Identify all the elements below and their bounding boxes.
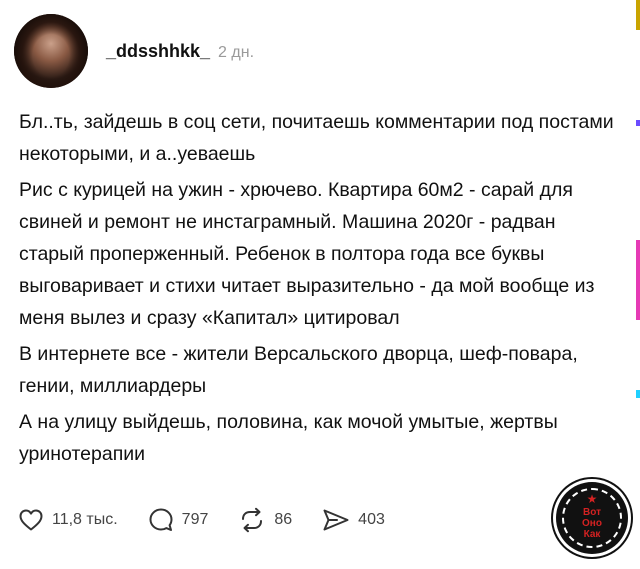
like-button[interactable]: 11,8 тыс. [18,508,118,532]
comment-count: 797 [181,511,209,528]
post-paragraph: Бл..ть, зайдешь в соц сети, почитаешь ко… [19,111,614,165]
post-body: Бл..ть, зайдешь в соц сети, почитаешь ко… [19,106,619,474]
post-actions: 11,8 тыс. 797 86 403 [18,505,415,535]
watermark-text: Оно [582,518,602,529]
like-count: 11,8 тыс. [52,511,118,528]
watermark-text: Вот [583,507,601,518]
avatar-photo [14,14,88,88]
edge-artifact [636,240,640,320]
repost-count: 86 [274,511,293,528]
edge-artifact [636,0,640,30]
share-button[interactable]: 403 [322,508,385,532]
watermark-logo: ★ Вот Оно Как [556,482,628,554]
avatar[interactable] [14,14,88,88]
comment-icon [149,508,173,531]
post-header: _ddsshhkk_ 2 дн. [106,41,254,65]
comment-button[interactable]: 797 [148,507,209,533]
post-paragraph: В интернете все - жители Версальского дв… [19,343,578,397]
heart-icon [19,509,43,531]
post-paragraph: А на улицу выйдешь, половина, как мочой … [19,411,558,465]
post-time: 2 дн. [218,44,255,61]
edge-artifact [636,120,640,126]
repost-button[interactable]: 86 [238,507,292,533]
watermark-text: Как [583,529,601,540]
share-count: 403 [358,511,385,528]
star-icon: ★ [586,492,598,506]
repost-icon [242,507,263,533]
username[interactable]: _ddsshhkk_ [106,41,210,62]
edge-artifact [636,390,640,398]
share-icon [323,509,349,531]
post-paragraph: Рис с курицей на ужин - хрючево. Квартир… [19,179,595,329]
